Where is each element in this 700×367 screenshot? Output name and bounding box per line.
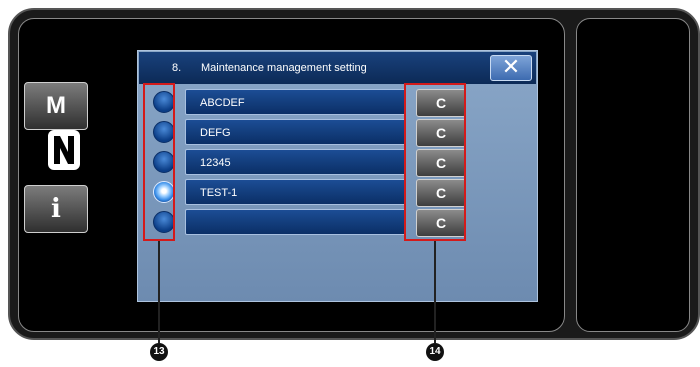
dialog-number: 8. [172, 62, 182, 74]
dialog-titlebar: 8. Maintenance management setting ✕ [139, 52, 536, 84]
item-name-field[interactable]: DEFG [185, 119, 406, 145]
maintenance-row: ABCDEF C [141, 89, 534, 117]
info-button[interactable]: i [24, 185, 88, 233]
maintenance-dialog: 8. Maintenance management setting ✕ ABCD… [137, 50, 538, 302]
callout-badge-14: 14 [426, 343, 444, 361]
maintenance-row: C [141, 209, 534, 237]
item-name-field[interactable]: ABCDEF [185, 89, 406, 115]
close-x-icon: ✕ [501, 54, 521, 79]
callout-badge-13: 13 [150, 343, 168, 361]
callout-line-13 [158, 241, 160, 343]
dialog-title: Maintenance management setting [201, 62, 367, 74]
side-panel [576, 18, 690, 332]
nfc-icon [48, 130, 80, 170]
maintenance-row: DEFG C [141, 119, 534, 147]
callout-box-radios [143, 83, 175, 241]
maintenance-row: TEST-1 C [141, 179, 534, 207]
item-name-field[interactable]: 12345 [185, 149, 406, 175]
callout-line-14 [434, 241, 436, 343]
item-name-field[interactable] [185, 209, 406, 235]
menu-m-button[interactable]: M [24, 82, 88, 130]
callout-box-clear-buttons [404, 83, 466, 241]
item-name-field[interactable]: TEST-1 [185, 179, 406, 205]
maintenance-row: 12345 C [141, 149, 534, 177]
close-button[interactable]: ✕ [490, 55, 532, 81]
